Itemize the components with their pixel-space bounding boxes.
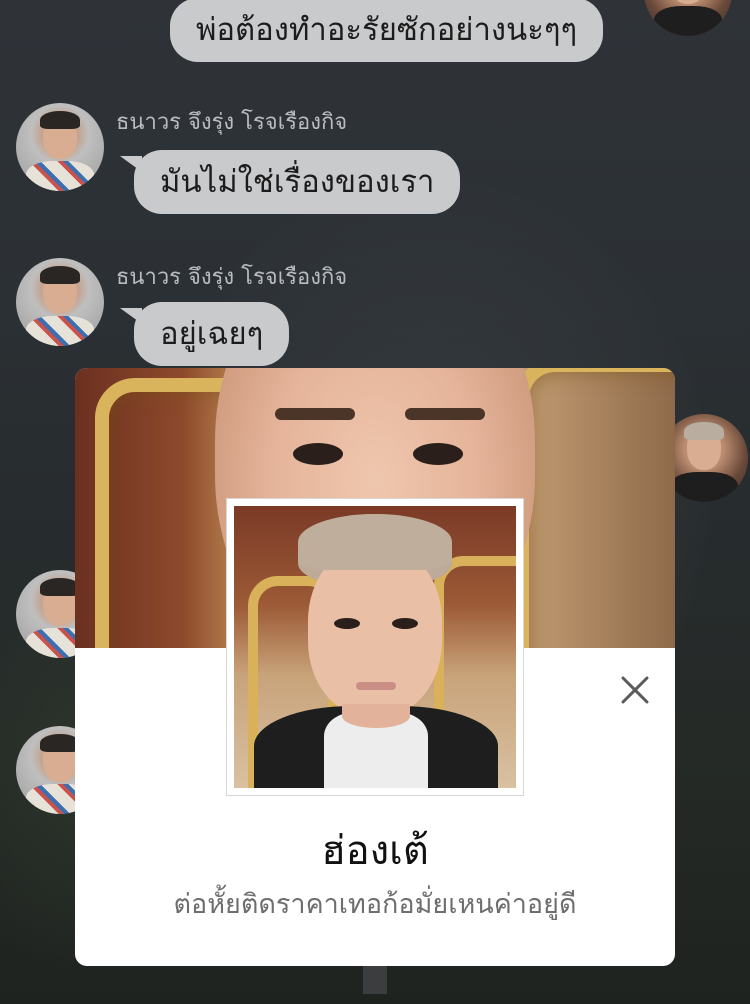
home-tab-indicator[interactable] (363, 966, 387, 994)
message-bubble[interactable]: มันไม่ใช่เรื่องของเรา (119, 150, 461, 214)
profile-status-message: ต่อหั้ยติดราคาเทอก้อมั่ยเหนค่าอยู่ดี (173, 889, 577, 920)
chat-screen: พ่อต้องทำอะรัยซักอย่างนะๆๆ ธนาวร จึงรุ่ง… (0, 0, 750, 1004)
profile-photo[interactable] (226, 498, 524, 796)
sender-name: ธนาวร จึงรุ่ง โรจเรืองกิจ (116, 110, 348, 135)
sender-avatar[interactable] (16, 103, 104, 191)
profile-popup: ฮ่องเต้ ต่อหั้ยติดราคาเทอก้อมั่ยเหนค่าอย… (75, 368, 675, 966)
message-bubble[interactable]: พ่อต้องทำอะรัยซักอย่างนะๆๆ (170, 0, 604, 62)
profile-name: ฮ่องเต้ (321, 828, 429, 874)
sender-name: ธนาวร จึงรุ่ง โรจเรืองกิจ (116, 265, 348, 290)
close-icon (621, 676, 649, 704)
sender-avatar[interactable] (16, 258, 104, 346)
close-button[interactable] (617, 672, 653, 708)
my-avatar[interactable] (644, 0, 732, 36)
message-bubble[interactable]: อยู่เฉยๆ (119, 302, 290, 366)
